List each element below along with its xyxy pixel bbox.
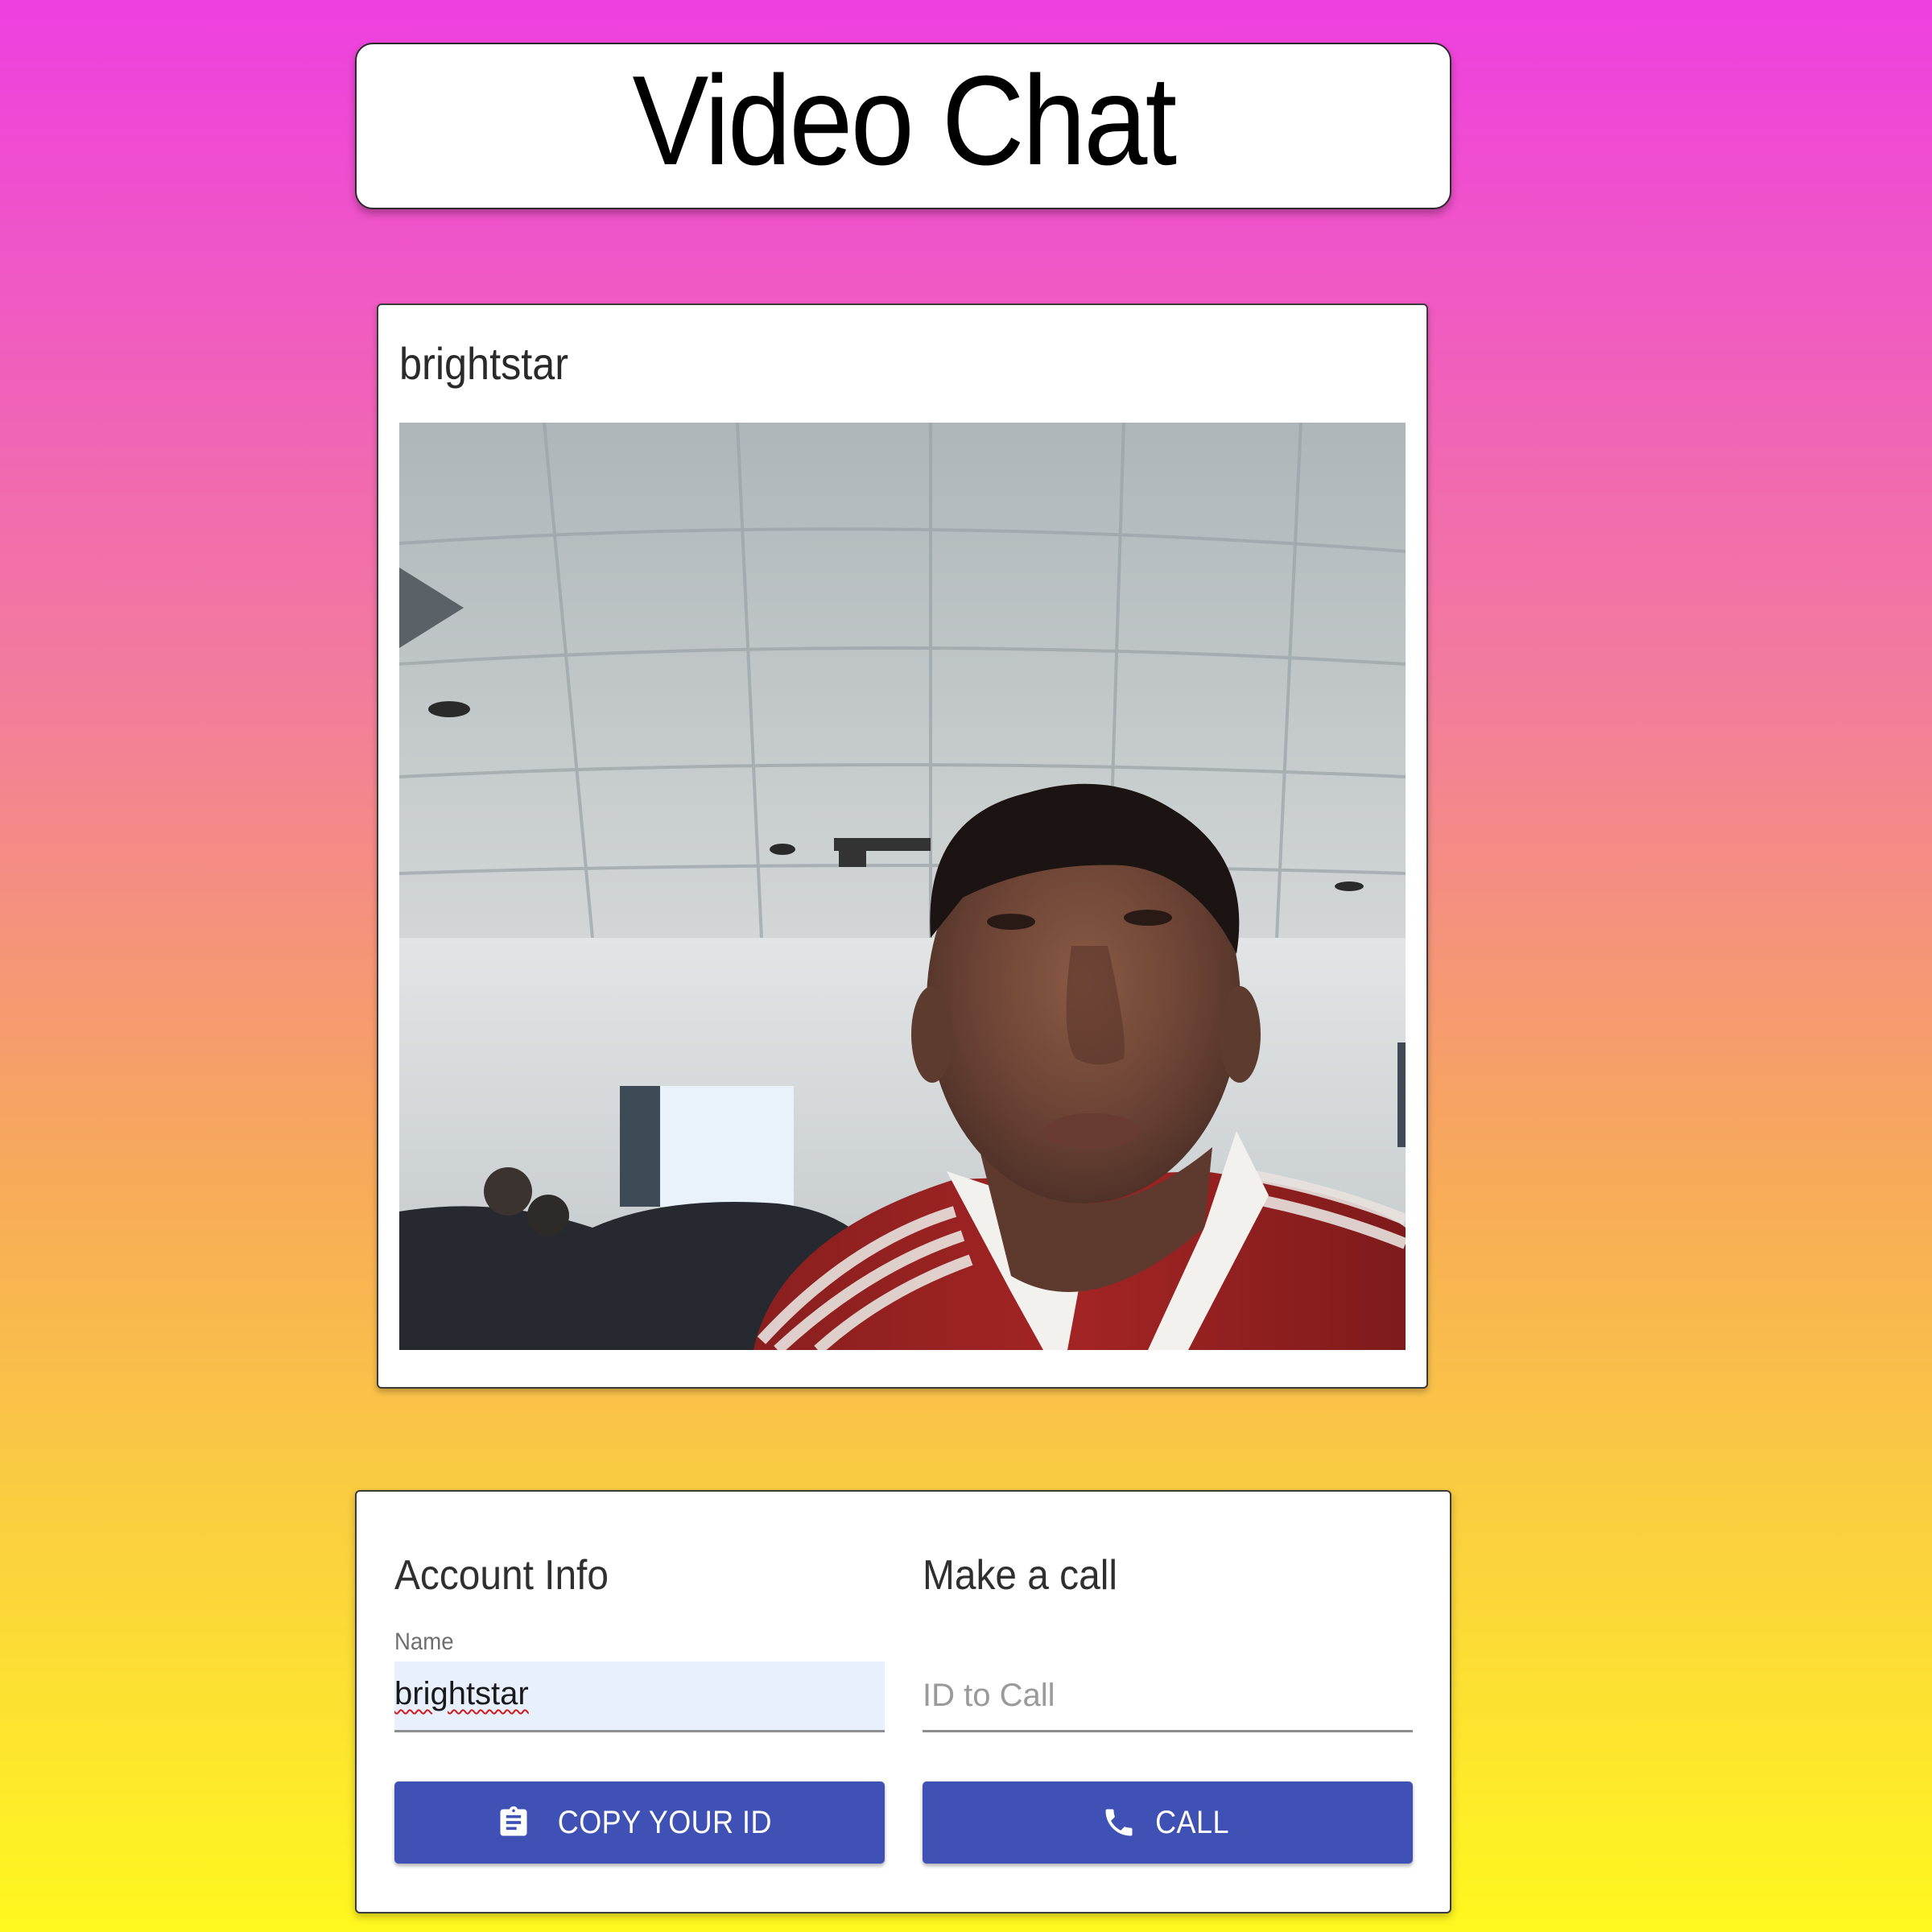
page-title: Video Chat	[631, 49, 1177, 192]
video-card: brightstar	[377, 303, 1428, 1389]
header-banner: Video Chat	[355, 43, 1451, 209]
make-call-section: Make a call CALL	[923, 1492, 1413, 1912]
copy-id-button[interactable]: COPY YOUR ID	[394, 1781, 885, 1864]
clipboard-icon	[496, 1805, 531, 1840]
make-call-heading: Make a call	[923, 1552, 1117, 1599]
video-stream[interactable]	[399, 423, 1406, 1350]
name-input-value: brightstar	[394, 1676, 529, 1711]
id-to-call-input[interactable]	[923, 1662, 1413, 1732]
account-info-section: Account Info Name brightstar COPY YOUR I…	[394, 1492, 885, 1912]
copy-id-button-label: COPY YOUR ID	[557, 1804, 772, 1840]
account-info-heading: Account Info	[394, 1552, 609, 1599]
webcam-feed-image	[399, 423, 1406, 1350]
call-button-label: CALL	[1155, 1804, 1230, 1840]
video-card-name: brightstar	[399, 338, 569, 389]
phone-icon	[1101, 1805, 1137, 1840]
call-button[interactable]: CALL	[923, 1781, 1413, 1864]
name-input[interactable]: brightstar	[394, 1662, 885, 1732]
name-field-label: Name	[394, 1629, 454, 1655]
controls-card: Account Info Name brightstar COPY YOUR I…	[355, 1490, 1451, 1913]
